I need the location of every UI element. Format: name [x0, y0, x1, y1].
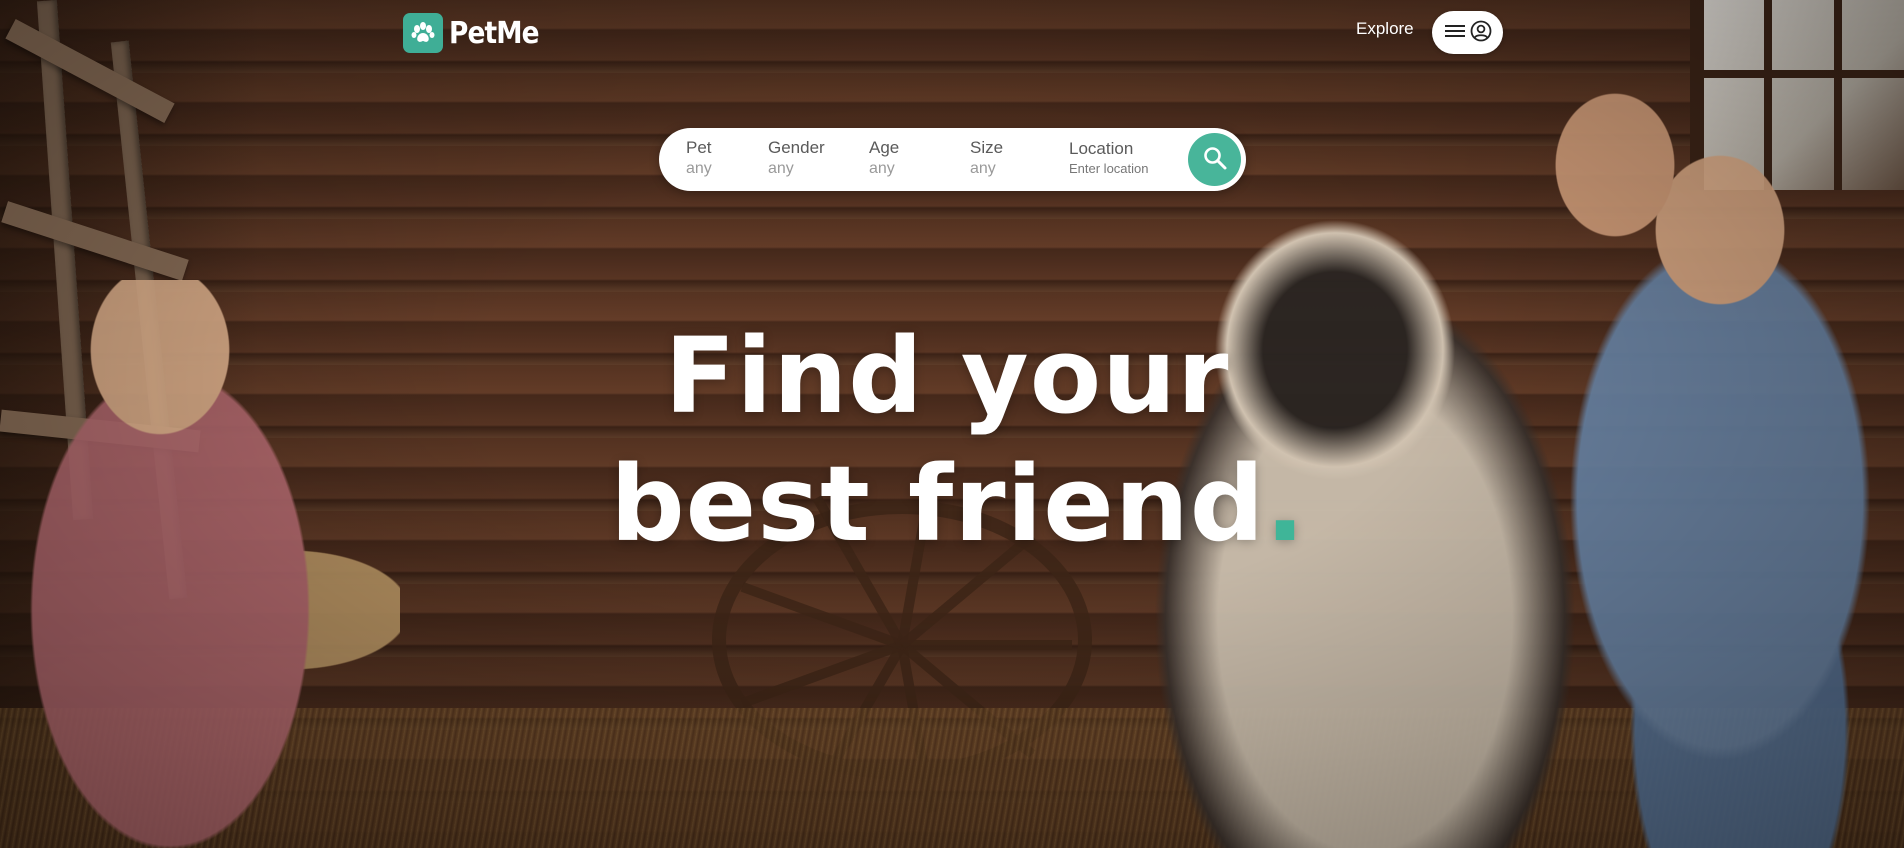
- search-icon: [1202, 145, 1228, 175]
- size-filter-value: any: [970, 160, 996, 177]
- hero-headline-line2: best friend.: [6, 440, 1904, 568]
- pet-filter[interactable]: Pet any: [686, 137, 712, 179]
- age-filter-label: Age: [869, 138, 900, 157]
- pet-filter-value: any: [686, 160, 712, 177]
- hamburger-icon: [1444, 22, 1466, 44]
- brand-name: PetMe: [449, 15, 540, 51]
- hero-headline-line1: Find your: [664, 315, 1230, 437]
- hero-headline-text: best friend: [610, 443, 1266, 565]
- account-menu-button[interactable]: [1432, 11, 1503, 54]
- accent-dot: .: [1265, 443, 1306, 565]
- gender-filter-label: Gender: [768, 138, 825, 157]
- age-filter[interactable]: Age any: [869, 137, 899, 179]
- size-filter-label: Size: [970, 138, 1004, 157]
- search-button[interactable]: [1188, 133, 1241, 186]
- gender-filter-value: any: [768, 160, 794, 177]
- size-filter[interactable]: Size any: [970, 137, 1003, 179]
- pet-filter-label: Pet: [686, 138, 712, 157]
- pet-search-bar: Pet any Gender any Age any Size any Loca…: [659, 128, 1246, 191]
- location-field[interactable]: Location Enter location: [1069, 138, 1149, 179]
- location-placeholder: Enter location: [1069, 161, 1149, 176]
- age-filter-value: any: [869, 160, 895, 177]
- brand-logo[interactable]: PetMe: [403, 13, 551, 53]
- location-label: Location: [1069, 139, 1134, 158]
- gender-filter[interactable]: Gender any: [768, 137, 825, 179]
- explore-link[interactable]: Explore: [1356, 19, 1414, 39]
- paw-icon: [403, 13, 443, 53]
- user-circle-icon: [1470, 20, 1492, 46]
